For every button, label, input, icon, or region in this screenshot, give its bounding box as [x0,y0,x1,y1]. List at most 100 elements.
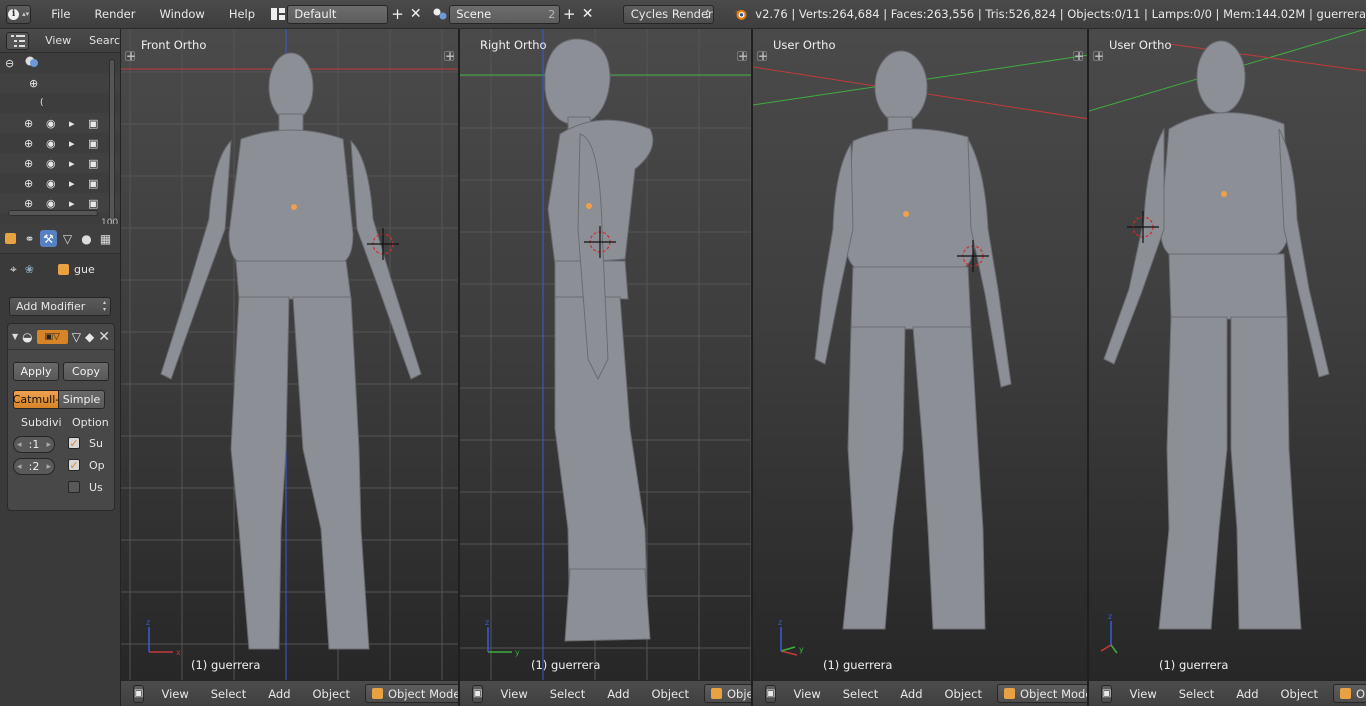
menu-select[interactable]: Select [832,687,889,701]
camera-render-icon[interactable]: ▣ [88,117,98,130]
eye-icon[interactable]: ◉ [46,137,56,150]
editor-type-button[interactable]: ▣ [472,684,484,703]
menu-view[interactable]: View [782,687,831,701]
eye-icon[interactable]: ◉ [46,157,56,170]
menu-add[interactable]: Add [596,687,640,701]
cursor-select-icon[interactable]: ▸ [69,177,75,190]
cursor-select-icon[interactable]: ▸ [69,197,75,210]
expand-icon[interactable]: ⊕ [24,197,33,210]
close-scene-icon[interactable]: ✕ [578,5,596,24]
screen-layout-icon[interactable] [269,5,287,24]
apply-button[interactable]: Apply [13,362,59,381]
eye-icon[interactable]: ◉ [46,177,56,190]
menu-object[interactable]: Object [641,687,700,701]
outliner-search-menu[interactable]: Searc [71,34,120,47]
toolshelf-toggle-icon[interactable]: + [1093,50,1104,62]
scene-field[interactable]: Scene 2 [449,4,561,24]
add-modifier-dropdown[interactable]: Add Modifier [9,297,111,316]
outliner-row-world[interactable]: ( [0,93,120,113]
constraints-icon[interactable]: ⚭ [21,230,38,247]
simple-button[interactable]: Simple [59,390,105,409]
viewport-user-2[interactable]: z User Ortho + (1) guerrera [1089,29,1366,680]
viewport-user-1[interactable]: y z User Ortho + + (1) guerrera [753,29,1089,680]
camera-render-icon[interactable]: ▣ [88,137,98,150]
outliner-editor-type-button[interactable] [6,31,30,50]
scene-icon[interactable] [431,5,449,24]
render-levels-field[interactable]: :2 [13,458,55,475]
menu-object[interactable]: Object [1270,687,1329,701]
material-sphere-icon[interactable]: ● [78,230,95,247]
outliner-row-scene[interactable]: ⊖ [0,53,120,73]
outliner-row-object[interactable]: ⊕ ◉ ▸ ▣ [0,173,120,193]
menu-help[interactable]: Help [217,7,267,21]
editor-type-button[interactable]: ▣ [133,684,145,703]
cursor-select-icon[interactable]: ▸ [69,157,75,170]
modifier-toggles[interactable]: ▣▽ [36,329,68,344]
outliner-row-object[interactable]: ⊕ ◉ ▸ ▣ [0,113,120,133]
camera-render-icon[interactable]: ▣ [88,197,98,210]
editor-type-button[interactable]: ▣ [1101,684,1113,703]
menu-add[interactable]: Add [257,687,301,701]
use-opensubdiv-checkbox[interactable]: ✓ [68,481,80,493]
menu-view[interactable]: View [150,687,199,701]
camera-render-icon[interactable]: ▣ [88,157,98,170]
optimal-display-checkbox[interactable]: ✓ [68,459,80,472]
camera-render-icon[interactable]: ▣ [88,177,98,190]
add-screen-icon[interactable]: + [388,5,406,24]
viewport-front[interactable]: x z Front Ortho + + (1) guerrera [121,29,460,680]
collapse-triangle-icon[interactable]: ▼ [12,332,18,341]
menu-select[interactable]: Select [539,687,596,701]
outliner-vertical-scrollbar[interactable] [109,59,115,224]
expand-icon[interactable]: ⊕ [24,157,33,170]
toolshelf-toggle-icon[interactable]: + [757,50,768,62]
outliner-horizontal-scrollbar[interactable] [8,210,98,216]
view-levels-field[interactable]: :1 [13,436,55,453]
mode-dropdown[interactable]: Object Mode [364,684,458,703]
add-scene-icon[interactable]: + [560,5,578,24]
vertex-data-icon[interactable]: ▽ [59,230,76,247]
mode-dropdown[interactable]: Object Mode [996,684,1087,703]
outliner-view-menu[interactable]: View [29,34,71,47]
expand-icon[interactable]: ⊕ [29,77,38,90]
expand-icon[interactable]: ⊕ [24,117,33,130]
render-engine-dropdown[interactable]: Cycles Render [622,4,714,24]
outliner-row-object[interactable]: ⊕ ◉ ▸ ▣ [0,133,120,153]
collapse-icon[interactable]: ⊖ [5,57,14,70]
object-cube-icon[interactable] [2,230,19,247]
copy-button[interactable]: Copy [63,362,109,381]
texture-checker-icon[interactable]: ▦ [97,230,114,247]
menu-view[interactable]: View [1118,687,1167,701]
menu-select[interactable]: Select [200,687,257,701]
cursor-select-icon[interactable]: ▸ [69,137,75,150]
properties-toggle-icon[interactable]: + [737,50,748,62]
menu-view[interactable]: View [489,687,538,701]
eye-icon[interactable]: ◉ [46,197,56,210]
menu-object[interactable]: Object [302,687,361,701]
remove-modifier-icon[interactable]: ✕ [98,329,110,345]
subdivide-uvs-checkbox[interactable]: ✓ [68,437,80,450]
expand-icon[interactable]: ⊕ [24,177,33,190]
outliner-row-object[interactable]: ⊕ ◉ ▸ ▣ [0,153,120,173]
menu-render[interactable]: Render [83,7,148,21]
editor-type-button[interactable]: i ▴▾ [6,4,32,24]
menu-window[interactable]: Window [147,7,216,21]
toolshelf-toggle-icon[interactable]: + [125,50,136,62]
cursor-select-icon[interactable]: ▸ [69,117,75,130]
editmode-toggle-icon[interactable]: ▽ [72,330,81,344]
pin-icon[interactable]: ⌖ [10,262,17,277]
properties-toggle-icon[interactable]: + [444,50,455,62]
editor-type-button[interactable]: ▣ [765,684,777,703]
menu-add[interactable]: Add [1225,687,1269,701]
catmull-clark-button[interactable]: Catmull- [13,390,59,409]
screen-layout-field[interactable]: Default [287,4,389,24]
outliner-row-renderlayers[interactable]: ⊕ [0,73,120,93]
eye-icon[interactable]: ◉ [46,117,56,130]
expand-icon[interactable]: ⊕ [24,137,33,150]
menu-file[interactable]: File [39,7,82,21]
menu-add[interactable]: Add [889,687,933,701]
menu-select[interactable]: Select [1168,687,1225,701]
cage-toggle-icon[interactable]: ◆ [85,330,94,344]
mode-dropdown[interactable]: Object [703,684,751,703]
properties-toggle-icon[interactable]: + [1073,50,1084,62]
mode-dropdown[interactable]: Obje [1332,684,1366,703]
